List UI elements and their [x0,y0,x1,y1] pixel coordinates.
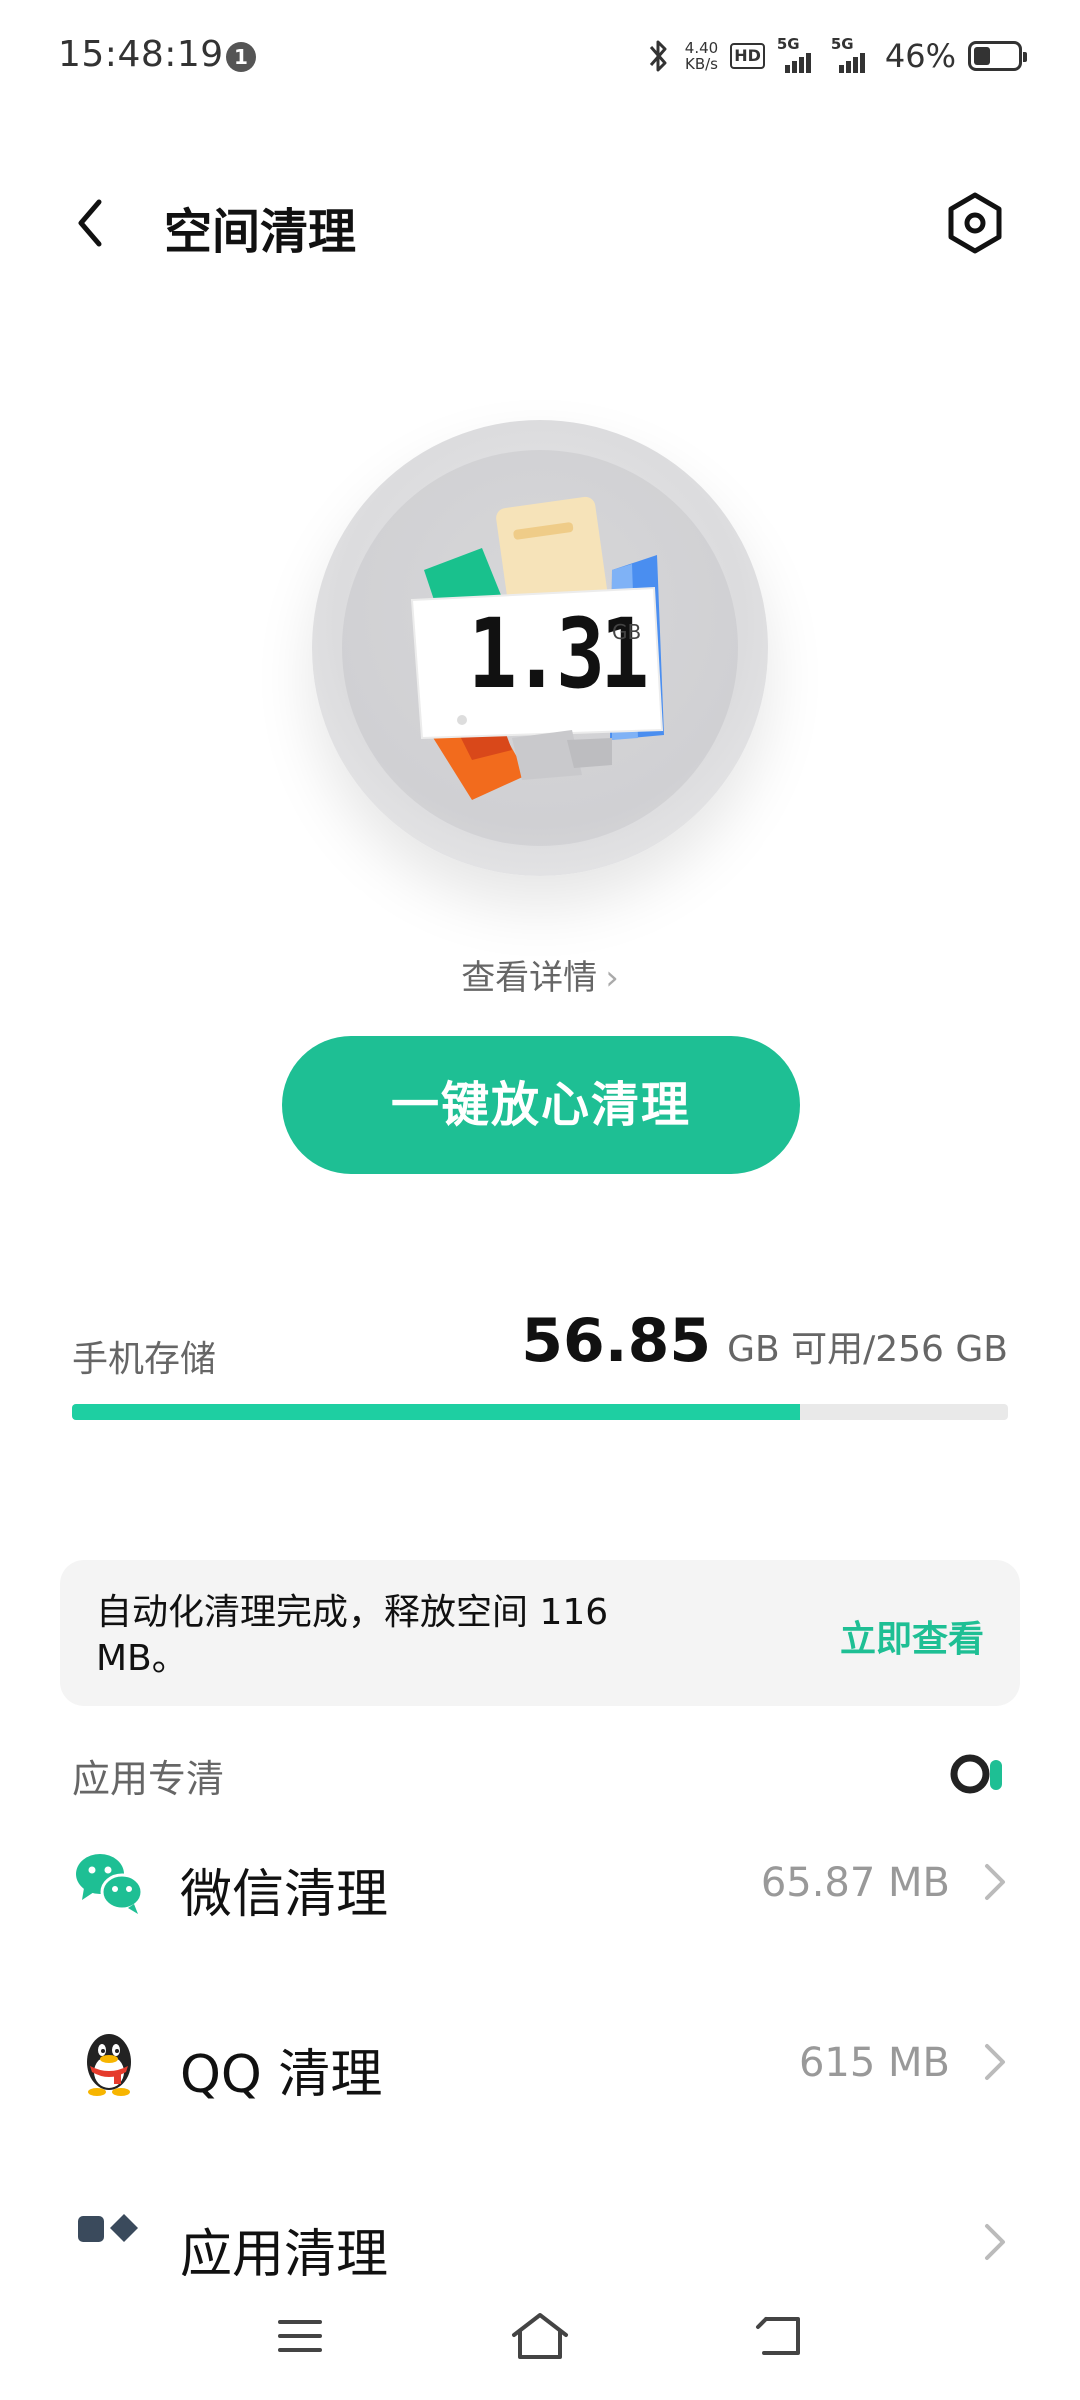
auto-clean-message: 自动化清理完成，释放空间 116 MB。 [96,1592,609,1679]
system-nav-bar [0,2276,1080,2400]
chevron-right-icon [985,2224,1005,2260]
home-button[interactable] [495,2296,585,2376]
loading-spinner-icon [950,1754,1002,1794]
storage-value: 56.85 GB 可用/256 GB [521,1306,1008,1376]
list-item-wechat-clean[interactable]: 微信清理 65.87 MB [0,1808,1080,1958]
storage-label: 手机存储 [72,1339,217,1380]
storage-progress-bar [72,1404,1008,1420]
list-item-label: QQ 清理 [180,2045,383,2105]
signal-sim1-icon: 5G [777,35,819,73]
storage-free-value: 56.85 [521,1306,712,1376]
storage-progress-fill [72,1404,801,1420]
page-title: 空间清理 [164,204,357,260]
gear-icon [948,192,1002,254]
list-item-size: 65.87 MB [760,1860,950,1906]
chevron-right-icon [985,2044,1005,2080]
status-bar: 15:48:19 1 4.40 KB/s HD 5G 5G 46% [0,0,1080,110]
battery-icon [968,41,1027,71]
junk-size-unit: GB [612,620,642,644]
section-title: 应用专清 [72,1757,225,1801]
junk-size-value: 1.31 [468,598,649,710]
network-speed-unit: KB/s [685,55,718,73]
list-item-label: 应用清理 [180,2225,389,2276]
network-speed: 4.40 KB/s [685,40,718,72]
signal-sim2-icon: 5G [831,35,873,73]
status-icons: 4.40 KB/s HD 5G 5G 46% [645,34,1027,78]
battery-fill [974,47,991,65]
one-tap-clean-button[interactable]: 一键放心清理 [282,1036,800,1174]
notification-badge: 1 [226,42,256,72]
chevron-right-icon: › [605,958,619,998]
sim2-network-label: 5G [830,35,854,53]
chevron-right-icon [985,1864,1005,1900]
apps-icon [78,2214,138,2242]
list-item-app-clean[interactable]: 应用清理 [0,2168,1080,2276]
back-arrow-icon [78,199,102,247]
qq-icon [87,2034,131,2096]
back-nav-icon [756,2317,800,2355]
settings-button[interactable] [940,188,1010,258]
menu-icon [278,2320,322,2352]
sim1-network-label: 5G [776,35,800,53]
view-details-link[interactable]: 查看详情 › [0,950,1080,999]
network-speed-value: 4.40 [684,39,719,57]
screen: 15:48:19 1 4.40 KB/s HD 5G 5G 46% 空间清理 1… [0,0,1080,2400]
wechat-icon [76,1854,144,1914]
view-details-label: 查看详情 [461,958,598,998]
bluetooth-icon [649,40,667,72]
list-item-qq-clean[interactable]: QQ 清理 615 MB [0,1988,1080,2138]
back-nav-button[interactable] [735,2296,825,2376]
status-time: 15:48:19 [58,34,224,75]
view-now-button[interactable]: 立即查看 [840,1610,984,1662]
auto-clean-banner: 自动化清理完成，释放空间 116 MB。 立即查看 [60,1560,1020,1706]
recent-apps-button[interactable] [255,2296,345,2376]
storage-total-text: GB 可用/256 GB [727,1329,1008,1370]
hd-badge: HD [730,43,765,69]
back-button[interactable] [60,188,120,258]
list-item-size: 615 MB [798,2040,950,2086]
list-item-label: 微信清理 [180,1865,389,1925]
junk-summary-graphic[interactable]: 1.31 GB [312,420,768,876]
battery-percent: 46% [884,37,956,75]
home-icon [512,2313,568,2359]
